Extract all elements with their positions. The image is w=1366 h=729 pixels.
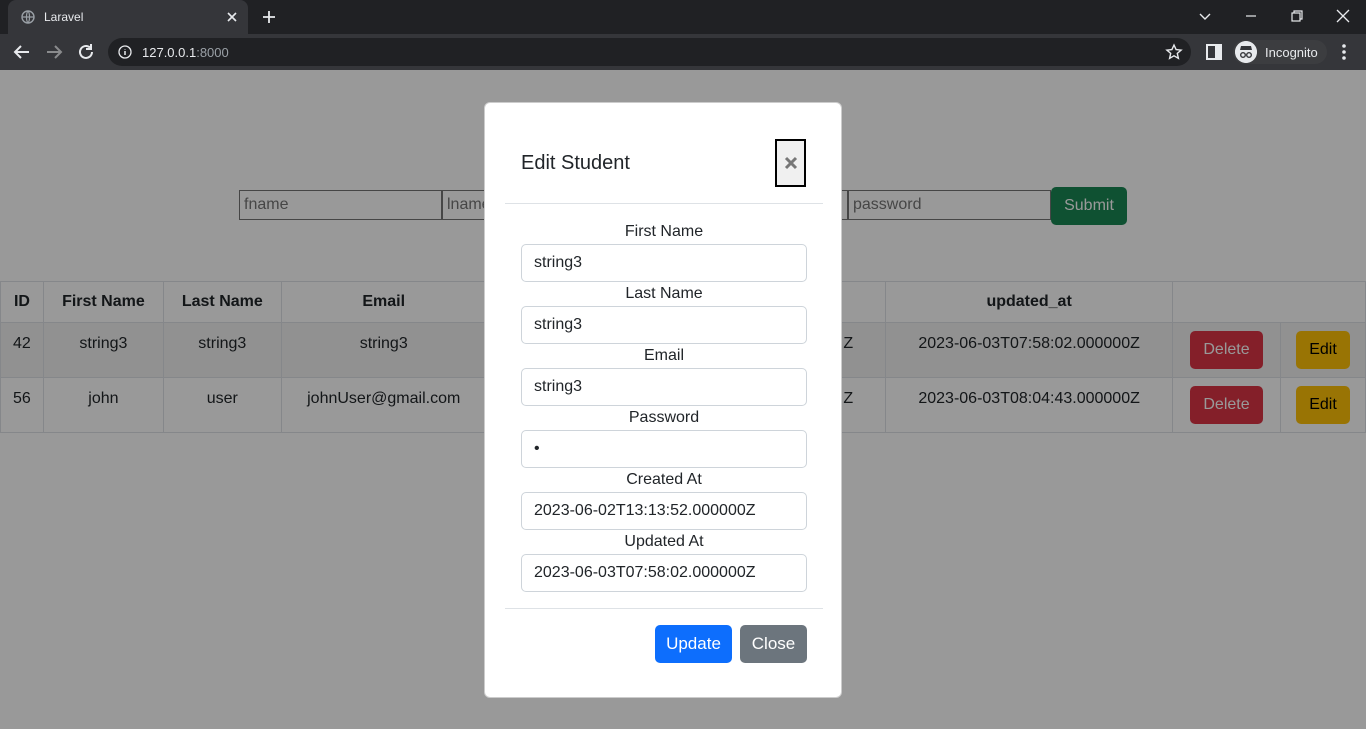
first-name-label: First Name [624, 223, 704, 240]
back-arrow-icon[interactable] [12, 42, 32, 62]
modal-title: Edit Student [521, 152, 630, 174]
incognito-badge[interactable]: Incognito [1233, 40, 1327, 64]
edit-student-modal: Edit Student First Name string3 Last Nam… [484, 102, 842, 698]
incognito-icon [1235, 41, 1257, 63]
address-bar[interactable]: 127.0.0.1:8000 [108, 38, 1191, 66]
created-at-label: Created At [626, 471, 702, 488]
password-label: Password [628, 409, 700, 426]
password-field[interactable]: • [521, 430, 807, 468]
close-icon [784, 156, 797, 170]
close-tab-icon[interactable] [224, 9, 240, 25]
reload-icon[interactable] [76, 42, 96, 62]
update-button[interactable]: Update [655, 625, 732, 663]
first-name-field[interactable]: string3 [521, 244, 807, 282]
modal-close-x-button[interactable] [775, 139, 806, 187]
close-window-icon[interactable] [1334, 7, 1352, 25]
more-menu-icon[interactable] [1335, 42, 1353, 62]
restore-icon[interactable] [1288, 7, 1306, 25]
minimize-icon[interactable] [1242, 7, 1260, 25]
updated-at-label: Updated At [624, 533, 704, 550]
browser-tab-strip: Laravel [0, 0, 1366, 34]
modal-header-divider [505, 203, 823, 204]
bookmark-star-icon[interactable] [1165, 43, 1183, 61]
created-at-field[interactable]: 2023-06-02T13:13:52.000000Z [521, 492, 807, 530]
browser-tab[interactable]: Laravel [8, 0, 248, 34]
close-button[interactable]: Close [740, 625, 807, 663]
side-panel-icon[interactable] [1205, 43, 1223, 61]
forward-arrow-icon[interactable] [44, 42, 64, 62]
chevron-down-icon[interactable] [1196, 7, 1214, 25]
incognito-label: Incognito [1265, 45, 1318, 60]
email-label: Email [643, 347, 684, 364]
email-field[interactable]: string3 [521, 368, 807, 406]
url-text: 127.0.0.1:8000 [142, 45, 229, 60]
modal-footer-divider [505, 608, 823, 609]
updated-at-field[interactable]: 2023-06-03T07:58:02.000000Z [521, 554, 807, 592]
new-tab-icon[interactable] [261, 9, 277, 25]
last-name-label: Last Name [625, 285, 703, 302]
browser-toolbar: 127.0.0.1:8000 [0, 34, 1366, 70]
last-name-field[interactable]: string3 [521, 306, 807, 344]
globe-icon [21, 10, 35, 24]
info-icon[interactable] [118, 45, 132, 59]
tab-title: Laravel [44, 10, 84, 24]
